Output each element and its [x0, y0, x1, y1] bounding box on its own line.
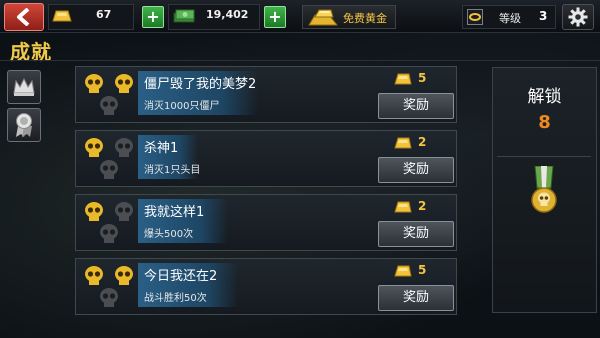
- reward-amount: 5: [418, 263, 427, 277]
- achievement-desc: 战斗胜利50次: [144, 293, 207, 304]
- skull-badges: [85, 74, 133, 115]
- skull-icon: [115, 266, 133, 285]
- reward-amount: 2: [418, 199, 427, 213]
- gold-bar-icon: [52, 10, 72, 22]
- plus-icon: +: [268, 7, 282, 26]
- claim-reward-button[interactable]: 奖励: [378, 93, 454, 119]
- achievement-desc: 消灭1000只僵尸: [144, 101, 220, 112]
- achievement-row-3: 我就这样1 爆头500次 2 奖励: [75, 194, 457, 251]
- skull-icon: [85, 266, 103, 285]
- achievement-row-2: 杀神1 消灭1只头目 2 奖励: [75, 130, 457, 187]
- skull-icon: [115, 138, 133, 157]
- achievement-name: 杀神1: [144, 141, 179, 156]
- achievement-name: 僵尸毁了我的美梦2: [144, 77, 257, 92]
- unlock-divider: [497, 156, 591, 157]
- unlock-panel: 解锁 8: [492, 67, 597, 313]
- gold-pile-icon: [308, 9, 339, 26]
- skull-icon: [85, 202, 103, 221]
- gold-bar-icon: [394, 265, 412, 277]
- back-arrow-icon: [17, 8, 30, 26]
- skull-badges: [85, 266, 133, 307]
- gear-icon: [568, 7, 588, 27]
- cash-amount: 19,402: [206, 8, 249, 21]
- reward-amount: 2: [418, 135, 427, 149]
- reward-amount: 5: [418, 71, 427, 85]
- achievement-name: 我就这样1: [144, 205, 205, 220]
- free-gold-button[interactable]: 免费黄金: [302, 5, 396, 29]
- skull-icon: [100, 96, 118, 115]
- gold-bar-icon: [394, 201, 412, 213]
- unlock-count: 8: [538, 112, 551, 133]
- title-divider: [0, 60, 600, 61]
- plus-icon: +: [146, 7, 160, 26]
- tab-ranking[interactable]: [7, 70, 41, 104]
- level-label: 等级: [499, 12, 521, 25]
- add-cash-button[interactable]: +: [264, 6, 286, 28]
- skull-badges: [85, 202, 133, 243]
- achievement-name: 今日我还在2: [144, 269, 218, 284]
- level-indicator: 等级 3: [462, 5, 556, 29]
- add-gold-button[interactable]: +: [142, 6, 164, 28]
- medal-ribbon-icon: [531, 166, 557, 213]
- cash-stack-icon: [173, 9, 195, 23]
- achievement-row-4: 今日我还在2 战斗胜利50次 5 奖励: [75, 258, 457, 315]
- skull-icon: [100, 160, 118, 179]
- gold-amount: 67: [96, 8, 112, 21]
- skull-icon: [100, 288, 118, 307]
- achievement-desc: 消灭1只头目: [144, 165, 201, 176]
- skull-icon: [115, 202, 133, 221]
- back-button[interactable]: [4, 3, 44, 31]
- skull-icon: [85, 138, 103, 157]
- level-value: 3: [539, 9, 548, 23]
- claim-reward-button[interactable]: 奖励: [378, 285, 454, 311]
- achievement-desc: 爆头500次: [144, 229, 194, 240]
- top-bar: 67 + 19,402 + 免费黄金 等级 3: [0, 0, 600, 33]
- skull-icon: [100, 224, 118, 243]
- medal-ribbon-icon: [16, 113, 32, 137]
- tab-achievements[interactable]: [7, 108, 41, 142]
- free-gold-label: 免费黄金: [343, 12, 387, 25]
- crown-icon: [13, 77, 35, 96]
- unlock-label: 解锁: [527, 87, 562, 107]
- gold-bar-icon: [394, 73, 412, 85]
- settings-button[interactable]: [562, 4, 594, 30]
- gold-bar-icon: [394, 137, 412, 149]
- skull-icon: [115, 74, 133, 93]
- skull-icon: [85, 74, 103, 93]
- achievement-row-1: 僵尸毁了我的美梦2 消灭1000只僵尸 5 奖励: [75, 66, 457, 123]
- claim-reward-button[interactable]: 奖励: [378, 157, 454, 183]
- skull-badges: [85, 138, 133, 179]
- claim-reward-button[interactable]: 奖励: [378, 221, 454, 247]
- level-ring-icon: [467, 9, 483, 25]
